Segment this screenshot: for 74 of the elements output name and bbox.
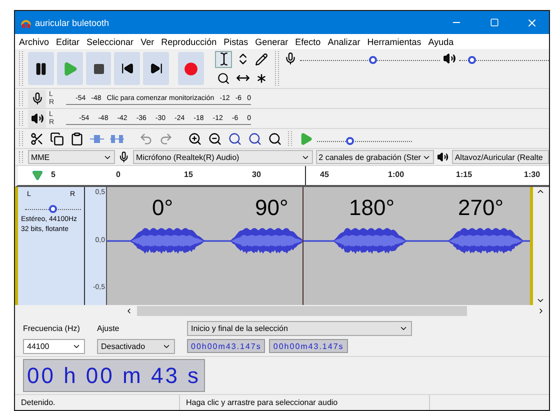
skip-end-icon	[150, 62, 163, 75]
input-device-select[interactable]: Micrófono (Realtek(R) Audio)	[133, 150, 313, 164]
angle-label: 270°	[458, 195, 504, 221]
zoom-in-icon[interactable]	[186, 130, 203, 147]
cut-icon[interactable]	[28, 130, 45, 147]
menu-item[interactable]: Herramientas	[367, 36, 422, 46]
zoom-toggle-icon[interactable]	[266, 130, 283, 147]
square-icon	[490, 18, 498, 27]
ruler-label: 1:15	[456, 170, 472, 179]
select-tool-button[interactable]	[215, 50, 232, 68]
angle-label: 0°	[152, 195, 174, 221]
zoom-selection-icon[interactable]	[226, 130, 243, 147]
angle-label: 180°	[349, 195, 395, 221]
status-text: Detenido.	[15, 395, 180, 410]
pause-button[interactable]	[28, 52, 54, 85]
stop-icon	[92, 62, 104, 74]
selection-end-time[interactable]: 00h00m43.147s	[269, 339, 348, 353]
menu-item[interactable]: Editar	[56, 36, 80, 46]
caret-down-icon	[536, 296, 545, 305]
window-title: auricular buletooth	[35, 18, 110, 28]
waveform-area[interactable]: 0° 90° 180° 270°	[107, 187, 530, 305]
zoom-icon	[217, 72, 230, 84]
microphone-icon	[118, 151, 130, 163]
ruler-label: 5	[51, 170, 56, 179]
pencil-icon	[255, 52, 268, 66]
pause-icon	[34, 62, 48, 76]
angle-label: 90°	[255, 195, 288, 221]
zoom-fit-icon[interactable]	[246, 130, 263, 147]
zoom-out-icon[interactable]	[206, 130, 223, 147]
ruler-label: 1:00	[388, 170, 404, 179]
skip-end-button[interactable]	[143, 52, 170, 85]
ruler-label: 0	[116, 170, 120, 179]
caret-up-icon	[536, 187, 545, 196]
menu-item[interactable]: Archivo	[19, 36, 50, 46]
menu-item[interactable]: Efecto	[295, 36, 321, 46]
rate-label: Frecuencia (Hz)	[23, 324, 81, 332]
menu-item[interactable]: Reproducción	[161, 36, 217, 46]
menu-item[interactable]: Ayuda	[428, 36, 454, 46]
ruler-label: 45	[320, 170, 329, 179]
menu-item[interactable]: Seleccionar	[86, 36, 134, 46]
copy-icon[interactable]	[48, 130, 65, 147]
output-device-select[interactable]: Altavoz/Auricular (Realte	[452, 150, 549, 164]
menu-item[interactable]: Ver	[140, 36, 154, 46]
ruler-label: 15	[184, 170, 193, 179]
snap-label: Ajuste	[97, 324, 120, 332]
host-select[interactable]: MME	[28, 150, 116, 164]
channels-select[interactable]: 2 canales de grabación (Ster	[316, 150, 434, 164]
draw-tool-button[interactable]	[253, 50, 270, 68]
ruler-label: 30	[252, 170, 261, 179]
triangle-icon	[32, 170, 43, 181]
caret-left-icon	[125, 307, 133, 315]
skip-start-button[interactable]	[114, 52, 140, 85]
play-icon	[62, 60, 78, 76]
menu-item[interactable]: Analizar	[328, 36, 360, 46]
close-icon	[526, 16, 538, 28]
selection-start-time[interactable]: 00h00m43.147s	[187, 339, 266, 353]
microphone-icon	[284, 52, 297, 64]
speaker-icon	[442, 52, 456, 64]
stop-button[interactable]	[86, 52, 112, 85]
menu-item[interactable]: Pistas	[224, 36, 248, 46]
status-hint: Haga clic y arrastre para seleccionar audio	[180, 395, 430, 410]
record-button[interactable]	[178, 52, 204, 85]
rate-select[interactable]: 44100	[23, 338, 85, 354]
ruler-label: 1:30	[524, 170, 540, 179]
speaker-icon	[437, 151, 449, 163]
menu-item[interactable]: Generar	[255, 36, 288, 46]
timeline-ruler[interactable]: 5 0 15 30 45 1:00 1:15 1:30	[15, 166, 549, 187]
record-icon	[184, 62, 198, 76]
selection-mode-select[interactable]: Inicio y final de la selección	[187, 320, 412, 336]
snap-select[interactable]: Desactivado	[97, 338, 175, 354]
skip-start-icon	[120, 62, 134, 75]
time-display[interactable]: 00 h 00 m 43 s	[23, 359, 205, 392]
app-icon	[21, 18, 31, 28]
caret-right-icon	[537, 307, 545, 315]
